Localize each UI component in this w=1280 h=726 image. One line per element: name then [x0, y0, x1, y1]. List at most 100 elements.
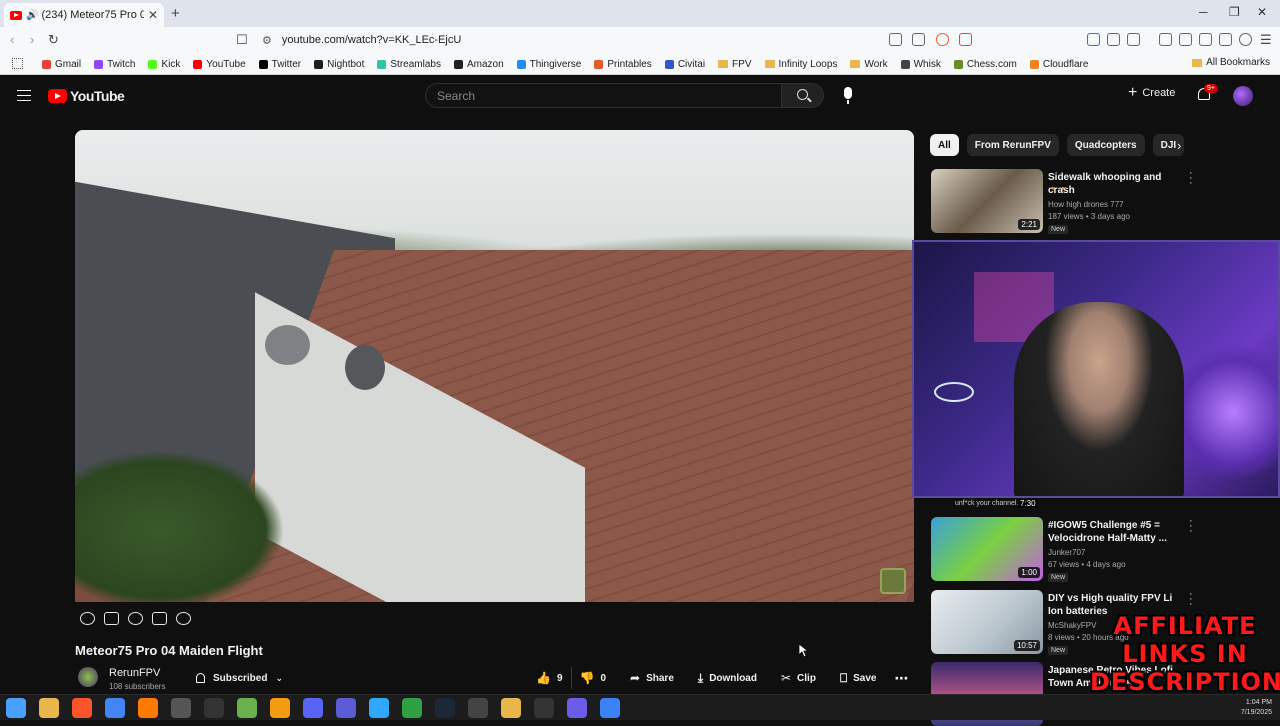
bookmark-fpv[interactable]: FPV: [718, 59, 752, 70]
apps-grid-icon[interactable]: [12, 58, 23, 69]
settings-gear-icon[interactable]: [176, 612, 191, 625]
broadcast-icon[interactable]: [80, 612, 95, 625]
bookmark-streamlabs[interactable]: Streamlabs: [377, 59, 441, 70]
bookmark-infinity-loops[interactable]: Infinity Loops: [764, 59, 837, 70]
close-tab-icon[interactable]: ✕: [148, 8, 158, 22]
taskbar-app-icon[interactable]: [105, 698, 125, 718]
taskbar-app-icon[interactable]: [270, 698, 290, 718]
chevron-right-icon[interactable]: ›: [1177, 138, 1181, 153]
browser-tab[interactable]: 🔊 (234) Meteor75 Pro 04 Maide ✕: [4, 3, 164, 27]
bookmark-twitter[interactable]: Twitter: [258, 59, 301, 70]
bookmark-thingiverse[interactable]: Thingiverse: [516, 59, 581, 70]
wallet-icon[interactable]: [1199, 33, 1212, 46]
create-button[interactable]: + Create: [1128, 85, 1175, 101]
recommended-channel[interactable]: Junker707: [1048, 547, 1085, 559]
taskbar-app-icon[interactable]: [72, 698, 92, 718]
bookmark-nightbot[interactable]: Nightbot: [314, 59, 364, 70]
playlist-icon[interactable]: [104, 612, 119, 625]
bookmark-cloudflare[interactable]: Cloudflare: [1029, 59, 1088, 70]
all-bookmarks-button[interactable]: All Bookmarks: [1192, 57, 1270, 68]
share-page-icon[interactable]: [912, 33, 925, 46]
taskbar-app-icon[interactable]: [369, 698, 389, 718]
subscribed-button[interactable]: Subscribed ⌄: [188, 667, 295, 689]
menu-icon[interactable]: ☰: [1260, 32, 1272, 48]
like-button[interactable]: 👍 9: [528, 667, 572, 689]
new-tab-icon[interactable]: +: [171, 5, 180, 22]
channel-avatar[interactable]: [78, 667, 98, 687]
search-input[interactable]: Search: [425, 83, 782, 108]
guide-menu-icon[interactable]: [17, 90, 31, 101]
taskbar-app-icon[interactable]: [171, 698, 191, 718]
taskbar-app-icon[interactable]: [435, 698, 455, 718]
taskbar-app-icon[interactable]: [336, 698, 356, 718]
address-bar[interactable]: ⚙ youtube.com/watch?v=KK_LEc-EjcU: [258, 30, 958, 50]
recommended-video-title[interactable]: #IGOW5 Challenge #5 = Velocidrone Half-M…: [1048, 519, 1183, 545]
bookmark-amazon[interactable]: Amazon: [453, 59, 504, 70]
screenshot-icon[interactable]: [152, 612, 167, 625]
extension-2-icon[interactable]: [1127, 33, 1140, 46]
taskbar-app-icon[interactable]: [6, 698, 26, 718]
speed-icon[interactable]: [128, 612, 143, 625]
channel-name[interactable]: RerunFPV: [109, 667, 160, 679]
search-button[interactable]: [782, 83, 824, 108]
bookmark-whisk[interactable]: Whisk: [900, 59, 941, 70]
taskbar-app-icon[interactable]: [567, 698, 587, 718]
video-thumbnail[interactable]: 10:57: [931, 590, 1043, 654]
bookmark-printables[interactable]: Printables: [594, 59, 652, 70]
taskbar-app-icon[interactable]: [468, 698, 488, 718]
bookmark-chess-com[interactable]: Chess.com: [953, 59, 1017, 70]
recommended-video[interactable]: 1:00 #IGOW5 Challenge #5 = Velocidrone Ha…: [931, 516, 1271, 582]
more-vert-icon[interactable]: · · ·: [1189, 516, 1193, 537]
taskbar-app-icon[interactable]: [39, 698, 59, 718]
cast-icon[interactable]: [889, 33, 902, 46]
recommended-channel[interactable]: How high drones 777: [1048, 199, 1124, 211]
extensions-icon[interactable]: [1107, 33, 1120, 46]
video-player[interactable]: [75, 130, 914, 602]
bookmark-work[interactable]: Work: [850, 59, 888, 70]
taskbar-app-icon[interactable]: [600, 698, 620, 718]
download-button[interactable]: ⤓ Download: [690, 667, 765, 689]
speaker-icon[interactable]: 🔊: [26, 10, 38, 21]
video-thumbnail[interactable]: 2:21: [931, 169, 1043, 233]
bookmark-civitai[interactable]: Civitai: [664, 59, 705, 70]
restore-icon[interactable]: ❐: [1229, 5, 1240, 19]
recommended-video[interactable]: 2:21 Sidewalk whooping and crash 🔸🔸 How hig…: [931, 168, 1271, 234]
voice-search-icon[interactable]: [844, 87, 852, 104]
extension-1-icon[interactable]: [1087, 33, 1100, 46]
back-icon[interactable]: ‹: [10, 32, 14, 47]
site-info-icon[interactable]: ⚙: [262, 34, 272, 47]
recommended-video-title[interactable]: Sidewalk whooping and crash: [1048, 171, 1183, 197]
chip-all[interactable]: All: [930, 134, 959, 156]
taskbar-app-icon[interactable]: [237, 698, 257, 718]
share-button[interactable]: ➦ Share: [622, 667, 682, 689]
taskbar-app-icon[interactable]: [303, 698, 323, 718]
leo-icon[interactable]: [1219, 33, 1232, 46]
clip-button[interactable]: ✂ Clip: [773, 667, 824, 689]
reload-icon[interactable]: ↻: [48, 32, 59, 48]
vpn-icon[interactable]: [1239, 33, 1252, 46]
more-vert-icon[interactable]: · · ·: [1189, 589, 1193, 610]
minimize-icon[interactable]: ─: [1199, 5, 1208, 19]
dislike-button[interactable]: 👎 0: [572, 667, 615, 689]
bookmark-kick[interactable]: Kick: [148, 59, 180, 70]
bookmark-youtube[interactable]: YouTube: [193, 59, 246, 70]
brave-rewards-icon[interactable]: [959, 33, 972, 46]
youtube-logo[interactable]: YouTube: [48, 88, 125, 104]
chip-from-rerunfpv[interactable]: From RerunFPV: [966, 134, 1059, 156]
taskbar-app-icon[interactable]: [204, 698, 224, 718]
video-thumbnail[interactable]: 1:00: [931, 517, 1043, 581]
more-vert-icon[interactable]: · · ·: [1189, 168, 1193, 189]
chip-quadcopters[interactable]: Quadcopters: [1066, 134, 1145, 156]
more-actions-icon[interactable]: ⋯: [885, 670, 910, 687]
taskbar-app-icon[interactable]: [138, 698, 158, 718]
bookmark-gmail[interactable]: Gmail: [42, 59, 81, 70]
brave-shields-icon[interactable]: [936, 33, 949, 46]
forward-icon[interactable]: ›: [30, 32, 34, 47]
taskbar-app-icon[interactable]: [402, 698, 422, 718]
media-icon[interactable]: [1159, 33, 1172, 46]
taskbar-app-icon[interactable]: [534, 698, 554, 718]
sidebar-icon[interactable]: [1179, 33, 1192, 46]
bookmark-twitch[interactable]: Twitch: [94, 59, 135, 70]
account-avatar[interactable]: [1233, 86, 1253, 106]
save-button[interactable]: ⎕ Save: [832, 667, 885, 689]
